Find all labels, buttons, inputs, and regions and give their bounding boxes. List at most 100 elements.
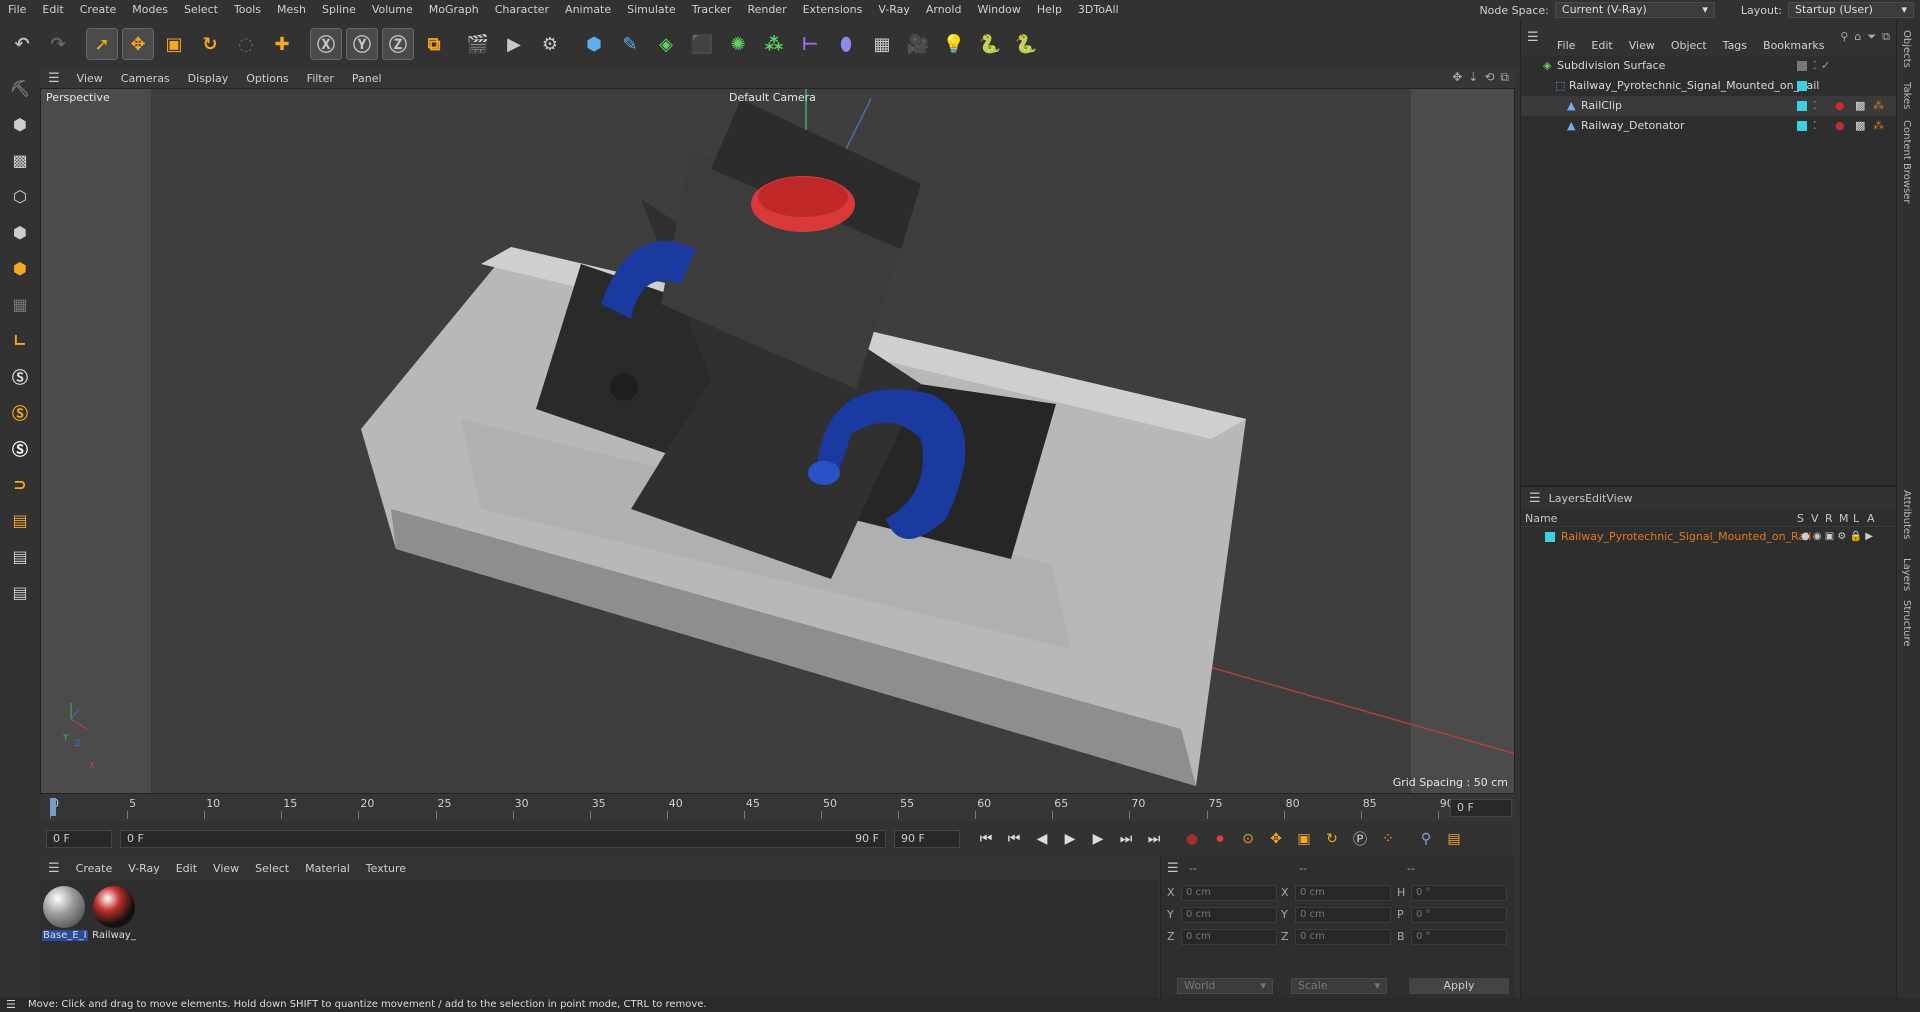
menu-item-render[interactable]: Render [739, 0, 794, 20]
material-item[interactable]: Railway_ [92, 886, 136, 941]
check-icon[interactable]: ✓ [1821, 56, 1830, 76]
coord-mode-dropdown[interactable]: World ▾ [1177, 978, 1273, 994]
material-menu-view[interactable]: View [205, 862, 247, 875]
hamburger-icon[interactable]: ☰ [1167, 861, 1179, 876]
scale-tool-icon[interactable]: ▣ [158, 28, 190, 60]
hamburger-icon[interactable]: ☰ [40, 861, 68, 876]
polygons-mode-icon[interactable]: ⬢ [4, 252, 36, 284]
keyframe-selection-icon[interactable]: ⊙ [1235, 826, 1261, 852]
object-name[interactable]: RailClip [1581, 96, 1622, 116]
recent-tool-icon[interactable]: ◌ [230, 28, 262, 60]
next-frame-icon[interactable]: ▶ [1085, 826, 1111, 852]
tab-content-browser[interactable]: Content Browser [1901, 120, 1912, 203]
layer-tag[interactable] [1797, 81, 1807, 91]
material-menu-select[interactable]: Select [247, 862, 297, 875]
redo-icon[interactable]: ↷ [42, 28, 74, 60]
python-icon[interactable]: 🐍 [974, 28, 1006, 60]
hamburger-icon[interactable]: ☰ [1521, 491, 1549, 506]
coord-position-field-y[interactable]: 0 cm [1181, 907, 1277, 923]
tab-takes[interactable]: Takes [1901, 82, 1912, 109]
snap-icon[interactable]: Ⓢ [4, 360, 36, 392]
menu-item-v-ray[interactable]: V-Ray [870, 0, 918, 20]
object-menu-tags[interactable]: Tags [1715, 39, 1755, 52]
viewport-menu-filter[interactable]: Filter [298, 72, 343, 85]
material-menu-v-ray[interactable]: V-Ray [120, 862, 168, 875]
hamburger-icon[interactable]: ☰ [40, 71, 68, 86]
viewport-menu-display[interactable]: Display [179, 72, 238, 85]
coord-size-field-z[interactable]: 0 cm [1295, 929, 1391, 945]
coord-position-field-x[interactable]: 0 cm [1181, 885, 1277, 901]
material-item[interactable]: Base_E_I [42, 886, 88, 941]
menu-item-spline[interactable]: Spline [314, 0, 364, 20]
layer-menu-edit[interactable]: Edit [1585, 492, 1606, 505]
coord-rotation-field-p[interactable]: 0 ° [1411, 907, 1507, 923]
object-name[interactable]: Subdivision Surface [1557, 56, 1665, 76]
motion-system-icon[interactable]: ⚲ [1413, 826, 1439, 852]
menu-item-create[interactable]: Create [72, 0, 125, 20]
record-icon[interactable]: ● [1179, 826, 1205, 852]
timeline-ruler[interactable]: 051015202530354045505560657075808590 0 F [40, 794, 1515, 822]
object-row[interactable]: ▲ RailClip ⁚ ● ▩ ⁂ [1521, 96, 1897, 116]
visibility-dots[interactable]: ⁚ [1813, 116, 1817, 136]
coord-size-mode-dropdown[interactable]: Scale ▾ [1291, 978, 1387, 994]
menu-item-simulate[interactable]: Simulate [619, 0, 684, 20]
orbit-icon[interactable]: ⟲ [1484, 70, 1494, 85]
menu-item-extensions[interactable]: Extensions [795, 0, 871, 20]
viewport-menu-panel[interactable]: Panel [343, 72, 391, 85]
key-rotation-icon[interactable]: ↻ [1319, 826, 1345, 852]
model-mode-icon[interactable]: ⬢ [4, 108, 36, 140]
menu-item-3dtoall[interactable]: 3DToAll [1070, 0, 1127, 20]
viewport-3d[interactable]: Perspective Default Camera Grid Spacing … [40, 88, 1515, 794]
tab-attributes[interactable]: Attributes [1901, 490, 1912, 539]
hamburger-icon[interactable]: ☰ [1527, 30, 1539, 45]
current-frame-field[interactable]: 0 F [1450, 799, 1512, 817]
render-region-icon[interactable]: 🎬 [462, 28, 494, 60]
object-name[interactable]: Railway_Pyrotechnic_Signal_Mounted_on_Ra… [1569, 76, 1819, 96]
object-row[interactable]: ◈ Subdivision Surface ⁚ ✓ [1521, 56, 1897, 76]
y-axis-lock-icon[interactable]: Ⓨ [346, 28, 378, 60]
menu-item-modes[interactable]: Modes [124, 0, 176, 20]
object-menu-view[interactable]: View [1621, 39, 1663, 52]
pen-spline-icon[interactable]: ✎ [614, 28, 646, 60]
hamburger-icon[interactable]: ☰ [6, 998, 16, 1012]
make-editable-icon[interactable]: ⛏ [4, 72, 36, 104]
texture-tag-icon[interactable]: ▩ [1855, 96, 1865, 116]
menu-item-edit[interactable]: Edit [34, 0, 71, 20]
new-view-icon[interactable]: ⧉ [1882, 30, 1890, 44]
viewport-menu-cameras[interactable]: Cameras [112, 72, 179, 85]
object-row[interactable]: ⬚ Railway_Pyrotechnic_Signal_Mounted_on_R… [1521, 76, 1897, 96]
end-frame-field[interactable]: 90 F [894, 830, 960, 848]
material-menu-texture[interactable]: Texture [358, 862, 414, 875]
layer-tag[interactable] [1797, 121, 1807, 131]
pan-icon[interactable]: ✥ [1452, 70, 1462, 85]
move-tool-icon[interactable]: ✥ [122, 28, 154, 60]
layer-toggle-icons[interactable]: ● ◉ ▣ ⚙ 🔒 ▶ [1801, 527, 1873, 547]
menu-item-tools[interactable]: Tools [226, 0, 269, 20]
texture-mode-icon[interactable]: ▩ [4, 144, 36, 176]
start-frame-field[interactable]: 0 F [46, 830, 112, 848]
camera-icon[interactable]: 🎥 [902, 28, 934, 60]
rotate-tool-icon[interactable]: ↻ [194, 28, 226, 60]
home-icon[interactable]: ⌂ [1854, 30, 1861, 44]
material-tag-icon[interactable]: ● [1835, 96, 1845, 116]
frame-range-slider[interactable]: 0 F 90 F [120, 830, 886, 848]
edges-mode-icon[interactable]: ⬢ [4, 216, 36, 248]
workplane-align-icon[interactable]: ▤ [4, 576, 36, 608]
prev-key-icon[interactable]: ⏮ [1001, 826, 1027, 852]
maximize-icon[interactable]: ⧉ [1500, 70, 1509, 85]
coord-position-field-z[interactable]: 0 cm [1181, 929, 1277, 945]
axis-mode-icon[interactable]: ∟ [4, 324, 36, 356]
next-key-icon[interactable]: ⏭ [1113, 826, 1139, 852]
material-menu-create[interactable]: Create [68, 862, 121, 875]
snap-settings-icon[interactable]: Ⓢ [4, 396, 36, 428]
viewport-menu-view[interactable]: View [68, 72, 112, 85]
menu-item-file[interactable]: File [0, 0, 34, 20]
go-to-start-icon[interactable]: ⏮ [973, 826, 999, 852]
light-icon[interactable]: 💡 [938, 28, 970, 60]
visibility-dots[interactable]: ⁚ [1813, 56, 1817, 76]
texture-tag-icon[interactable]: ▩ [1855, 116, 1865, 136]
render-settings-icon[interactable]: ⚙ [534, 28, 566, 60]
object-menu-edit[interactable]: Edit [1583, 39, 1620, 52]
vray-tag-icon[interactable]: ⁂ [1873, 116, 1884, 136]
select-tool-icon[interactable]: ➚ [86, 28, 118, 60]
